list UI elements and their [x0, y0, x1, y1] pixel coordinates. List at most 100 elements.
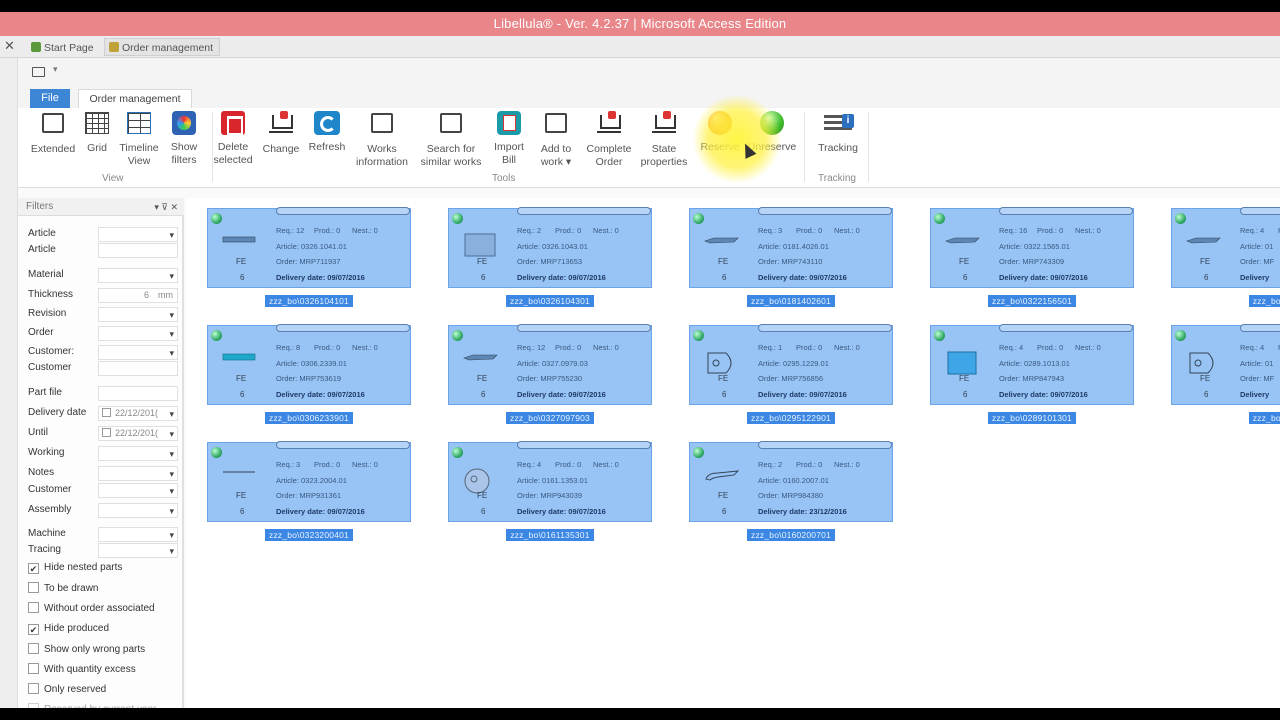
checkbox[interactable] — [28, 642, 39, 654]
filter-input[interactable] — [98, 326, 178, 341]
filter-input[interactable] — [98, 483, 178, 498]
filter-input[interactable] — [98, 243, 178, 258]
unreserve-button[interactable]: Unreserve — [744, 110, 800, 170]
part-card[interactable]: FE 6 Req.: 3 Prod.: 0 Nest.: 0 Article: 0323.… — [207, 441, 411, 522]
card-tab-bar — [758, 324, 892, 332]
part-file-label[interactable]: zzz_bo\0160200701 — [689, 529, 893, 541]
date-checkbox[interactable] — [102, 428, 111, 437]
filter-checkbox-row[interactable]: Without order associated — [28, 602, 155, 614]
part-file-label[interactable]: zzz_bo\0181402601 — [689, 295, 893, 307]
filter-input[interactable] — [98, 268, 178, 283]
tab-file[interactable]: File — [30, 89, 70, 108]
extended-icon — [42, 113, 64, 133]
part-card[interactable]: FE 6 Req.: 4Prod.: 0Nest.: 0Article: 01Ord… — [1171, 324, 1280, 405]
folder-icon[interactable] — [32, 67, 45, 77]
filter-input[interactable] — [98, 345, 178, 360]
checkbox[interactable] — [28, 602, 39, 614]
show-filters-button[interactable]: Show filters — [164, 110, 204, 170]
filter-checkbox-row[interactable]: ✔ Hide nested parts — [28, 562, 122, 574]
part-card[interactable]: FE 6 Req.: 1 Prod.: 0 Nest.: 0 Article: 0295.… — [689, 324, 893, 405]
filter-input[interactable]: 6 mm — [98, 288, 178, 303]
part-file-label[interactable]: zzz_bo\01 — [1171, 412, 1280, 424]
part-card[interactable]: FE 6 Req.: 4 Prod.: 0 Nest.: 0 Article: 0289.… — [930, 324, 1134, 405]
import-bill-button[interactable]: Import Bill — [490, 110, 528, 170]
filter-input[interactable]: 22/12/201( — [98, 426, 178, 441]
checkbox[interactable] — [28, 683, 39, 695]
complete-order-button[interactable]: Complete Order — [584, 110, 634, 170]
part-file-label[interactable]: zzz_bo\0161135301 — [448, 529, 652, 541]
material-label: FE — [718, 374, 729, 383]
filter-input[interactable] — [98, 543, 178, 558]
filter-checkbox-row[interactable]: To be drawn — [28, 582, 98, 594]
checkbox[interactable] — [28, 582, 39, 594]
tab-start-page[interactable]: Start Page — [26, 38, 101, 56]
reserve-button[interactable]: Reserve — [698, 110, 742, 170]
state-properties-button[interactable]: State properties — [638, 110, 690, 170]
filter-input[interactable] — [98, 446, 178, 461]
grid-button[interactable]: Grid — [80, 110, 114, 170]
filter-checkbox-row[interactable]: ✔ Hide produced — [28, 623, 109, 635]
part-card[interactable]: FE 6 Req.: 2 Prod.: 0 Nest.: 0 Article: 0326.… — [448, 207, 652, 288]
part-file-label[interactable]: zzz_bo\0323200401 — [207, 529, 411, 541]
part-card[interactable]: FE 6 Req.: 4 Prod.: 0 Nest.: 0 Article: 0161.… — [448, 441, 652, 522]
status-led-icon — [934, 330, 945, 341]
filter-input[interactable] — [98, 503, 178, 518]
works-information-button[interactable]: Works information — [352, 110, 412, 170]
filter-input[interactable]: 22/12/201( — [98, 406, 178, 421]
part-thumbnail-icon — [1186, 233, 1222, 250]
part-thumbnail-icon — [222, 233, 256, 250]
part-card[interactable]: FE 6 Req.: 3 Prod.: 0 Nest.: 0 Article: 0181.… — [689, 207, 893, 288]
part-file-label[interactable]: zzz_bo\0289101301 — [930, 412, 1134, 424]
produced-qty: Prod.: 0 — [555, 226, 582, 235]
checkbox[interactable] — [28, 663, 39, 674]
part-file-label[interactable]: zzz_bo\0326104101 — [207, 295, 411, 307]
part-card[interactable]: FE 6 Req.: 2 Prod.: 0 Nest.: 0 Article: 0160.… — [689, 441, 893, 522]
part-file-label[interactable]: zzz_bo\0322156501 — [930, 295, 1134, 307]
part-card[interactable]: FE 6 Req.: 4Prod.: 0Nest.: 0Article: 01Ord… — [1171, 207, 1280, 288]
filter-checkbox-row[interactable]: Show only wrong parts — [28, 642, 145, 655]
part-file-label[interactable]: zzz_bo\0295122901 — [689, 412, 893, 424]
delivery-date: Delivery date: 09/07/2016 — [517, 272, 606, 282]
part-file-label[interactable]: zzz_bo\0306233901 — [207, 412, 411, 424]
filter-input[interactable] — [98, 307, 178, 322]
search-similar-works-button[interactable]: Search for similar works — [418, 110, 484, 170]
filter-input[interactable] — [98, 361, 178, 376]
part-file-label[interactable]: zzz_bo\0326104301 — [448, 295, 652, 307]
extended-button[interactable]: Extended — [30, 110, 76, 170]
close-icon[interactable]: ✕ — [4, 38, 15, 54]
add-to-work-button[interactable]: Add to work ▾ — [534, 110, 578, 170]
delete-selected-button[interactable]: Delete selected — [212, 110, 254, 170]
part-card[interactable]: FE 6 Req.: 16 Prod.: 0 Nest.: 0 Article: 0322… — [930, 207, 1134, 288]
customize-toolbar-icon[interactable]: ▾ — [53, 64, 58, 75]
cart-icon — [269, 111, 293, 133]
panel-controls-icon[interactable]: ▾ ⊽ ✕ — [154, 198, 178, 216]
timeline-view-button[interactable]: Timeline View — [116, 110, 162, 170]
change-button[interactable]: Change — [260, 110, 302, 170]
status-led-icon — [452, 447, 463, 458]
part-card[interactable]: FE 6 Req.: 12 Prod.: 0 Nest.: 0 Article: 0326… — [207, 207, 411, 288]
tracking-button[interactable]: Tracking — [812, 110, 864, 170]
tab-order-management-ribbon[interactable]: Order management — [78, 89, 192, 108]
filter-input[interactable] — [98, 527, 178, 542]
filter-input[interactable] — [98, 227, 178, 242]
filter-checkbox-row[interactable]: Only reserved — [28, 683, 106, 695]
part-file-label[interactable]: zzz_bo\0327097903 — [448, 412, 652, 424]
import-icon — [497, 111, 521, 135]
refresh-button[interactable]: Refresh — [306, 110, 348, 170]
filter-input[interactable] — [98, 466, 178, 481]
tab-order-management[interactable]: Order management — [104, 38, 221, 56]
checked-checkbox[interactable]: ✔ — [28, 563, 39, 574]
left-navigation-strip[interactable] — [0, 58, 18, 708]
state-icon — [652, 111, 676, 133]
material-label: FE — [1200, 374, 1211, 383]
date-checkbox[interactable] — [102, 408, 111, 417]
filter-input[interactable] — [98, 386, 178, 401]
filter-checkbox-row[interactable]: With quantity excess — [28, 663, 136, 675]
part-card[interactable]: FE 6 Req.: 8 Prod.: 0 Nest.: 0 Article: 0306.… — [207, 324, 411, 405]
part-file-label[interactable]: zzz_bo\01 — [1171, 295, 1280, 307]
required-qty: Req.: 4 — [1240, 343, 1265, 352]
part-card[interactable]: FE 6 Req.: 12 Prod.: 0 Nest.: 0 Article: 0327… — [448, 324, 652, 405]
checked-checkbox[interactable]: ✔ — [28, 623, 39, 635]
group-separator — [868, 112, 869, 182]
nested-qty: Nest.: 0 — [593, 226, 619, 235]
